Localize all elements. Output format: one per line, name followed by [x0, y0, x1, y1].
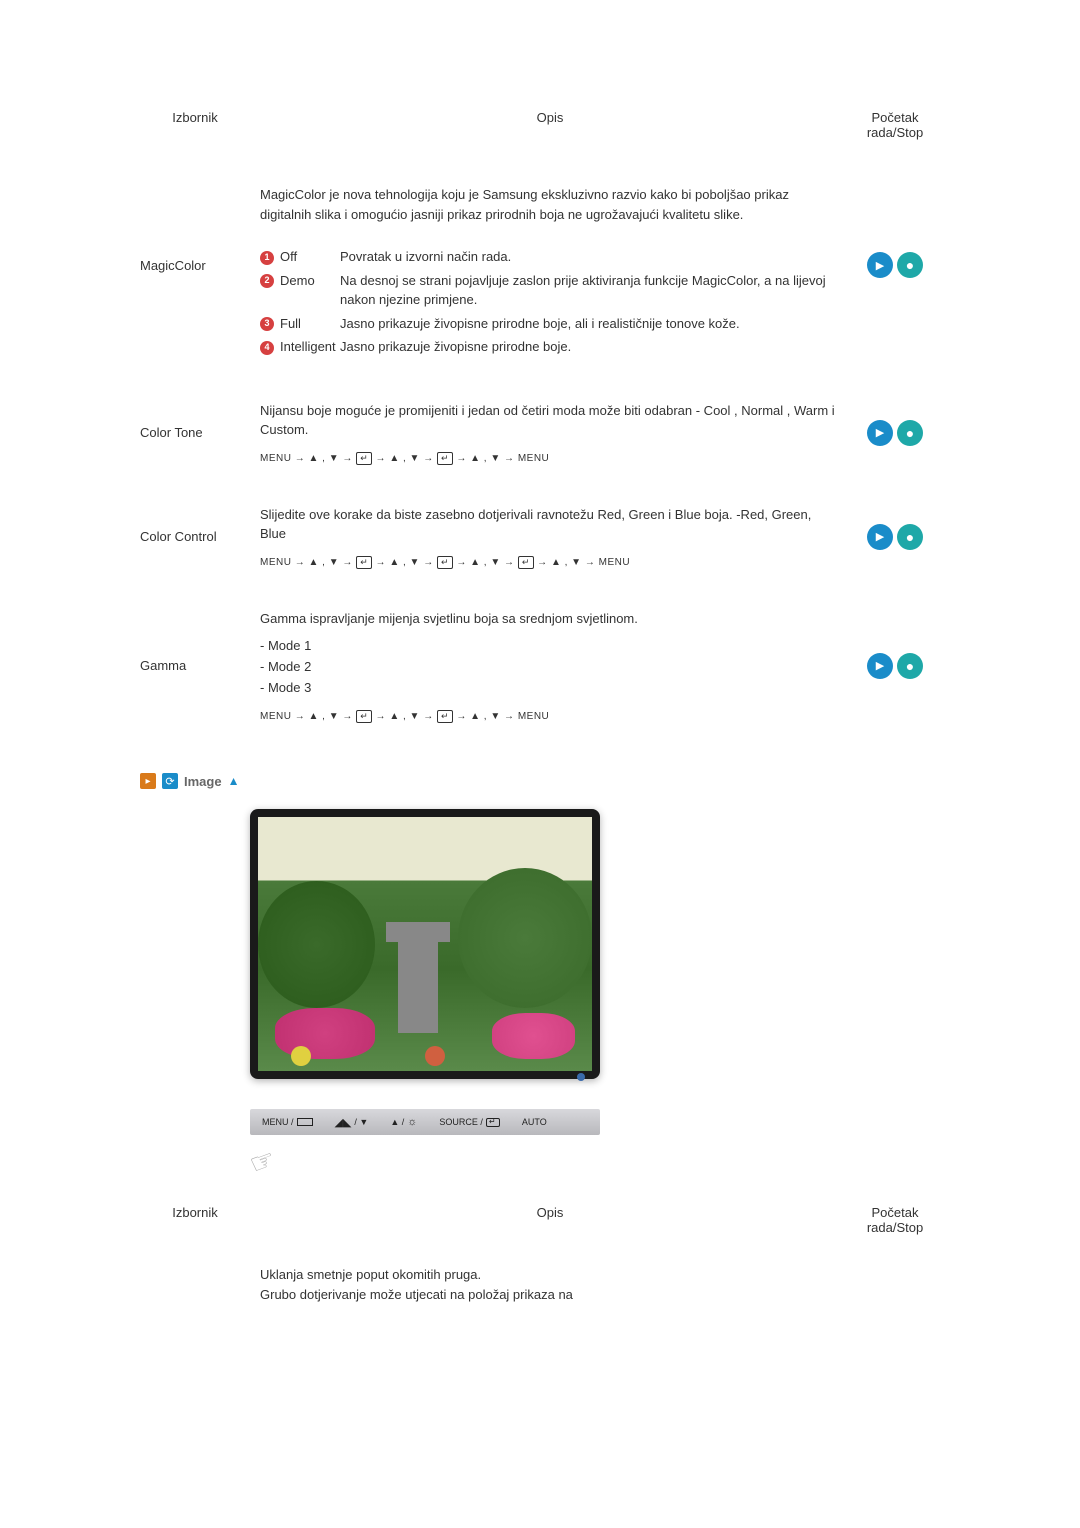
- option-desc-full: Jasno prikazuje živopisne prirodne boje,…: [340, 314, 840, 334]
- option-desc-off: Povratak u izvorni način rada.: [340, 247, 840, 267]
- colortone-nav: MENU → ▲ , ▼ → ↵ → ▲ , ▼ → ↵ → ▲ , ▼ → M…: [260, 452, 840, 465]
- brightness-icon: [407, 1116, 417, 1128]
- badge-1-icon: 1: [260, 251, 274, 265]
- option-row: 2 Demo Na desnoj se strani pojavljuje zas…: [260, 271, 840, 310]
- rect-icon: [297, 1118, 313, 1126]
- play-icon[interactable]: [867, 420, 893, 446]
- badge-3-icon: 3: [260, 317, 274, 331]
- play-icon[interactable]: [867, 653, 893, 679]
- option-desc-intelligent: Jasno prikazuje živopisne prirodne boje.: [340, 337, 840, 357]
- gamma-nav: MENU → ▲ , ▼ → ↵ → ▲ , ▼ → ↵ → ▲ , ▼ → M…: [260, 710, 840, 723]
- option-desc-demo: Na desnoj se strani pojavljuje zaslon pr…: [340, 271, 840, 310]
- option-label-intelligent: Intelligent: [280, 339, 336, 354]
- header-pocetak: Početak rada/Stop: [850, 110, 940, 140]
- header-izbornik: Izbornik: [140, 110, 250, 140]
- osd-auto-button[interactable]: AUTO: [522, 1117, 547, 1127]
- enter-icon: ↵: [437, 452, 453, 465]
- up-arrow-icon[interactable]: ▲: [228, 774, 240, 788]
- row-magiccolor: MagicColor MagicColor je nova tehnologij…: [140, 150, 940, 381]
- gamma-modes: - Mode 1 - Mode 2 - Mode 3: [260, 636, 840, 698]
- header-opis: Opis: [250, 1205, 850, 1235]
- play-icon[interactable]: [867, 252, 893, 278]
- coarse-desc1: Uklanja smetnje poput okomitih pruga.: [260, 1265, 840, 1285]
- action-buttons-gamma: [867, 653, 923, 679]
- colortone-desc: Nijansu boje moguće je promijeniti i jed…: [260, 401, 840, 440]
- pointer-hand-icon: [250, 1145, 290, 1175]
- monitor-power-icon: [577, 1073, 585, 1081]
- magiccolor-options: 1 Off Povratak u izvorni način rada. 2 Dem…: [260, 247, 840, 361]
- option-row: 1 Off Povratak u izvorni način rada.: [260, 247, 840, 267]
- label-magiccolor: MagicColor: [140, 258, 250, 273]
- osd-button-bar: MENU / ◢◣/ ▼ ▲ / SOURCE / AUTO: [250, 1109, 600, 1135]
- table-header-row-2: Izbornik Opis Početak rada/Stop: [140, 1195, 940, 1245]
- gamma-desc: Gamma ispravljanje mijenja svjetlinu boj…: [260, 609, 840, 629]
- coarse-desc2: Grubo dotjerivanje može utjecati na polo…: [260, 1285, 840, 1305]
- option-label-full: Full: [280, 316, 301, 331]
- colorcontrol-nav: MENU → ▲ , ▼ → ↵ → ▲ , ▼ → ↵ → ▲ , ▼ → ↵…: [260, 556, 840, 569]
- enter-icon: ↵: [356, 710, 372, 723]
- image-title: Image: [184, 774, 222, 789]
- header-pocetak: Početak rada/Stop: [850, 1205, 940, 1235]
- image-section-header: Image ▲: [140, 773, 940, 789]
- record-icon[interactable]: [897, 252, 923, 278]
- label-colortone: Color Tone: [140, 425, 250, 440]
- option-row: 4 Intelligent Jasno prikazuje živopisne p…: [260, 337, 840, 357]
- option-label-off: Off: [280, 249, 297, 264]
- action-buttons-colorcontrol: [867, 524, 923, 550]
- enter-icon: ↵: [437, 556, 453, 569]
- osd-source-button[interactable]: SOURCE /: [439, 1117, 500, 1127]
- monitor-preview: [250, 809, 600, 1079]
- magiccolor-intro: MagicColor je nova tehnologija koju je S…: [260, 170, 840, 239]
- action-buttons-magiccolor: [867, 252, 923, 278]
- row-colorcontrol: Color Control Slijedite ove korake da bi…: [140, 485, 940, 589]
- row-colortone: Color Tone Nijansu boje moguće je promij…: [140, 381, 940, 485]
- enter-icon: ↵: [356, 452, 372, 465]
- option-label-demo: Demo: [280, 273, 315, 288]
- enter-icon: ↵: [356, 556, 372, 569]
- gamma-mode-1: - Mode 1: [260, 636, 840, 657]
- row-coarse: Uklanja smetnje poput okomitih pruga. Gr…: [140, 1245, 940, 1304]
- table-header-row: Izbornik Opis Početak rada/Stop: [140, 100, 940, 150]
- osd-up-button[interactable]: ▲ /: [390, 1116, 417, 1128]
- label-colorcontrol: Color Control: [140, 529, 250, 544]
- play-icon[interactable]: [867, 524, 893, 550]
- badge-2-icon: 2: [260, 274, 274, 288]
- monitor-screen-content: [258, 817, 592, 1071]
- enter-icon: ↵: [437, 710, 453, 723]
- header-opis: Opis: [250, 110, 850, 140]
- enter-icon: ↵: [518, 556, 534, 569]
- source-icon: [486, 1118, 500, 1127]
- osd-down-button[interactable]: ◢◣/ ▼: [335, 1116, 369, 1129]
- row-gamma: Gamma Gamma ispravljanje mijenja svjetli…: [140, 589, 940, 744]
- record-icon[interactable]: [897, 524, 923, 550]
- play-square-icon: [140, 773, 156, 789]
- refresh-square-icon: [162, 773, 178, 789]
- osd-menu-button[interactable]: MENU /: [262, 1117, 313, 1127]
- gamma-mode-2: - Mode 2: [260, 657, 840, 678]
- header-izbornik: Izbornik: [140, 1205, 250, 1235]
- record-icon[interactable]: [897, 420, 923, 446]
- action-buttons-colortone: [867, 420, 923, 446]
- gamma-mode-3: - Mode 3: [260, 678, 840, 699]
- record-icon[interactable]: [897, 653, 923, 679]
- badge-4-icon: 4: [260, 341, 274, 355]
- label-gamma: Gamma: [140, 658, 250, 673]
- colorcontrol-desc: Slijedite ove korake da biste zasebno do…: [260, 505, 840, 544]
- option-row: 3 Full Jasno prikazuje živopisne prirodne…: [260, 314, 840, 334]
